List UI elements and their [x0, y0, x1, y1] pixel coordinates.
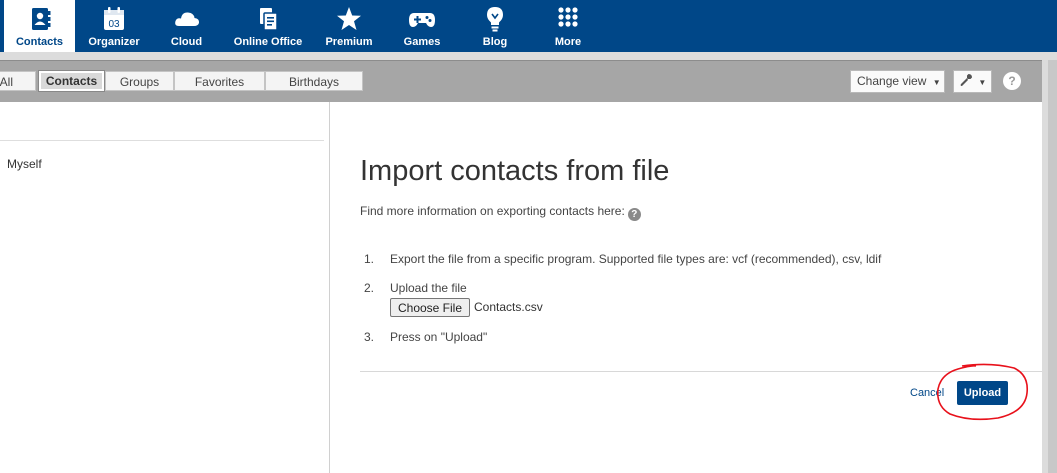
top-navigation: Contacts 03 Organizer Cloud Online Offic… [0, 0, 1057, 52]
nav-more[interactable]: More [546, 0, 590, 52]
step-text: Press on "Upload" [390, 330, 488, 344]
chevron-down-icon: ▼ [978, 78, 987, 87]
step-number: 3. [364, 330, 375, 344]
nav-blog[interactable]: Blog [473, 0, 517, 52]
nav-label: Cloud [170, 36, 203, 48]
nav-label: Online Office [233, 36, 303, 48]
choose-file-button[interactable]: Choose File [390, 298, 470, 317]
change-view-label: Change view [857, 74, 927, 88]
annotation-circle [936, 363, 1029, 421]
contacts-book-icon [31, 8, 50, 30]
divider [0, 140, 324, 141]
step-number: 1. [364, 252, 375, 266]
nav-organizer[interactable]: 03 Organizer [81, 0, 147, 52]
page-title: Import contacts from file [360, 155, 670, 187]
office-documents-icon [260, 8, 278, 31]
info-label: Find more information on exporting conta… [360, 204, 625, 218]
background-strip [1048, 60, 1057, 473]
nav-label: Premium [325, 36, 373, 48]
settings-tools-button[interactable]: ▼ [953, 70, 992, 93]
info-text: Find more information on exporting conta… [360, 204, 641, 221]
help-icon[interactable]: ? [627, 208, 641, 221]
selected-file-name: Contacts.csv [474, 300, 543, 314]
calendar-icon: 03 [104, 7, 124, 30]
nav-games[interactable]: Games [396, 0, 448, 52]
contacts-toolbar: All Contacts Groups Favorites Birthdays … [0, 60, 1042, 103]
nav-cloud[interactable]: Cloud [158, 0, 215, 52]
nav-label: Games [403, 36, 441, 48]
wrench-icon [960, 74, 972, 86]
help-icon[interactable]: ? [1003, 72, 1021, 90]
step-text: Upload the file [390, 281, 467, 295]
calendar-day: 03 [108, 19, 120, 30]
star-icon [337, 7, 361, 30]
cloud-icon [174, 12, 199, 26]
nav-label: More [554, 36, 582, 48]
lightbulb-icon [487, 7, 503, 32]
nav-label: Organizer [88, 36, 140, 48]
contacts-list-pane: Myself [0, 102, 330, 473]
nav-label: Blog [482, 36, 508, 48]
tab-groups[interactable]: Groups [105, 71, 174, 91]
contact-myself[interactable]: Myself [7, 157, 42, 171]
nav-label: Contacts [15, 36, 64, 48]
nav-premium[interactable]: Premium [321, 0, 377, 52]
chevron-down-icon: ▼ [932, 78, 941, 87]
tab-birthdays[interactable]: Birthdays [265, 71, 363, 91]
nav-contacts[interactable]: Contacts [4, 0, 75, 52]
tab-all[interactable]: All [0, 71, 36, 91]
tab-favorites[interactable]: Favorites [174, 71, 265, 91]
step-text: Export the file from a specific program.… [390, 252, 882, 266]
step-number: 2. [364, 281, 375, 295]
gamepad-icon [409, 13, 435, 27]
grid-dots-icon [558, 7, 578, 27]
change-view-button[interactable]: Change view ▼ [850, 70, 945, 93]
nav-online-office[interactable]: Online Office [233, 0, 303, 52]
tab-contacts[interactable]: Contacts [39, 71, 104, 91]
